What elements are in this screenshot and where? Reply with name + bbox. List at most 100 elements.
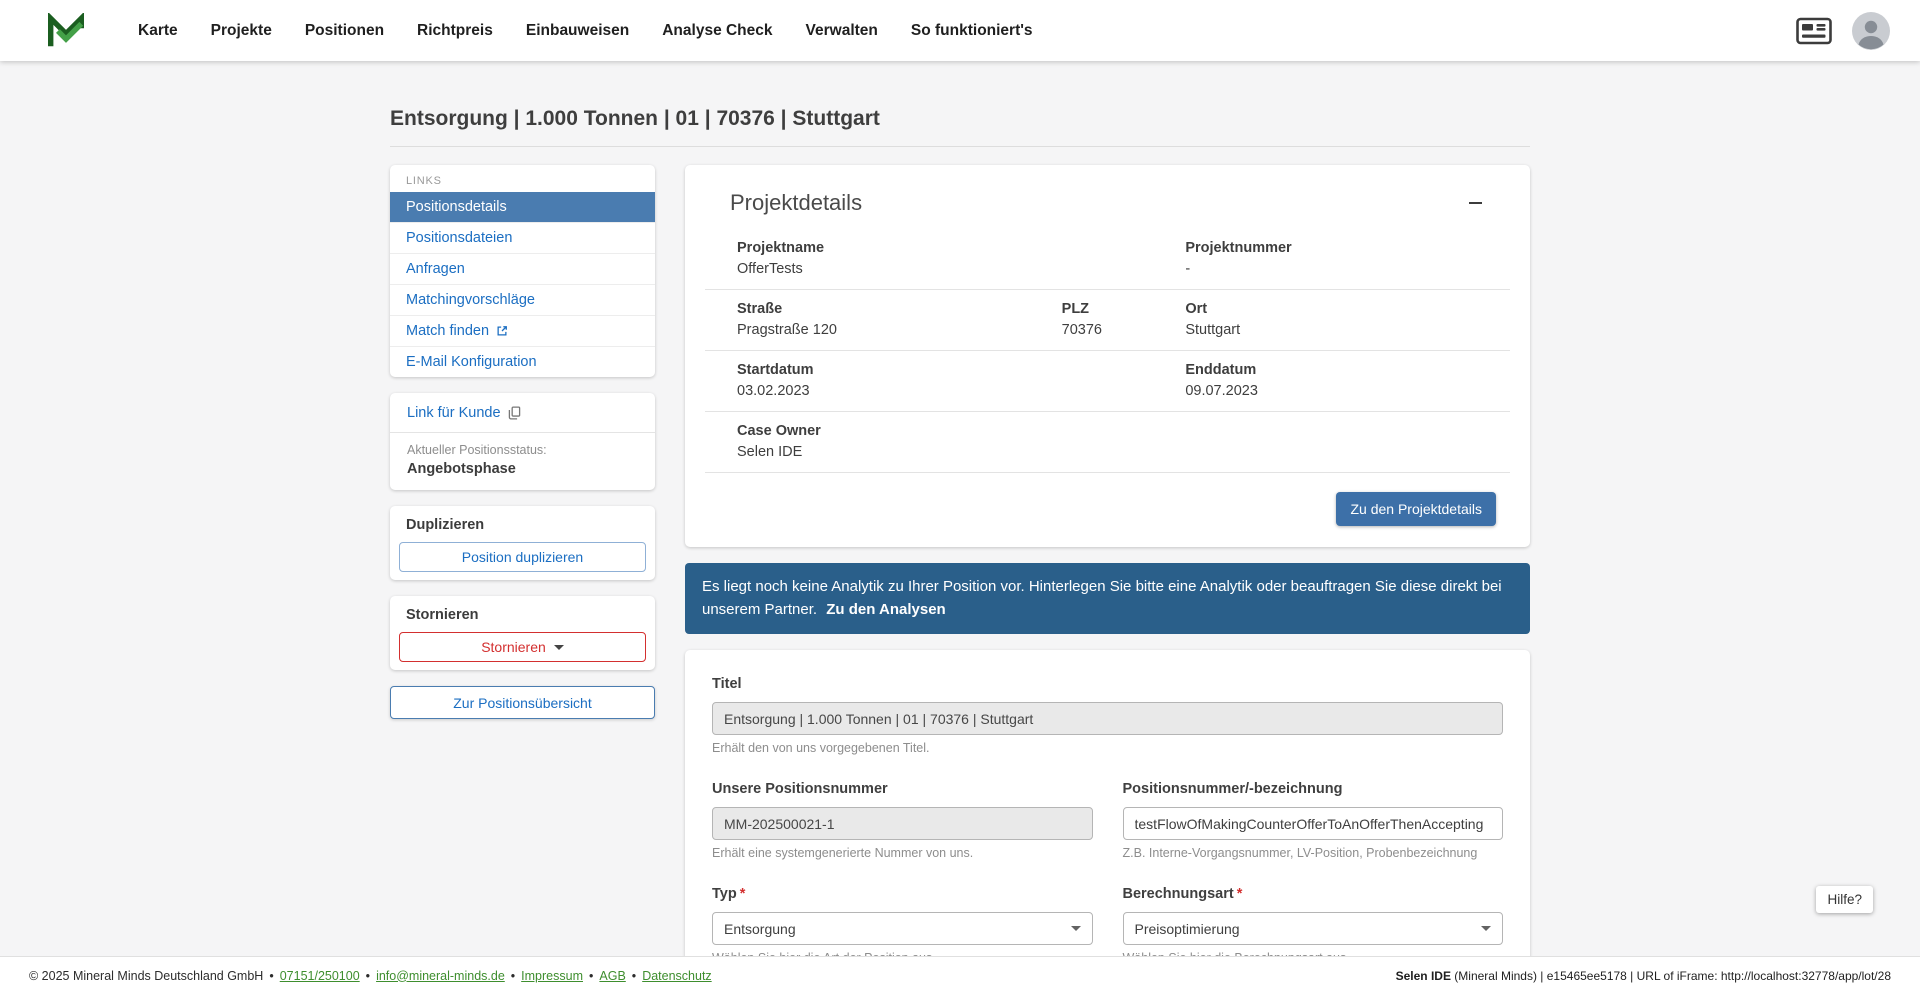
collapse-button[interactable] — [1461, 194, 1490, 213]
positionsnummer-input — [712, 807, 1093, 840]
footer-phone-link[interactable]: 07151/250100 — [280, 969, 360, 983]
positionsnummer-label: Unsere Positionsnummer — [712, 781, 888, 797]
required-marker: * — [1237, 886, 1243, 902]
required-marker: * — [740, 886, 746, 902]
project-details-button[interactable]: Zu den Projektdetails — [1336, 492, 1496, 526]
copy-icon — [508, 406, 521, 420]
caret-down-icon — [554, 645, 564, 650]
page-title: Entsorgung | 1.000 Tonnen | 01 | 70376 |… — [390, 107, 1530, 131]
position-overview-button[interactable]: Zur Positionsübersicht — [390, 686, 655, 719]
project-details-card: Projektdetails Projektname OfferTests — [685, 165, 1530, 547]
project-details-table: Projektname OfferTests Projektnummer - S… — [705, 229, 1510, 473]
sidebar-item-positionsdetails[interactable]: Positionsdetails — [390, 192, 655, 222]
nav-item-so-funktionierts[interactable]: So funktioniert's — [911, 22, 1033, 40]
help-button[interactable]: Hilfe? — [1816, 886, 1873, 913]
titel-input — [712, 702, 1503, 735]
footer-agb-link[interactable]: AGB — [599, 969, 625, 983]
startdatum-value: 03.02.2023 — [737, 383, 1185, 399]
separator: • — [269, 969, 273, 983]
separator: • — [632, 969, 636, 983]
customer-link[interactable]: Link für Kunde — [400, 405, 521, 421]
top-nav: Karte Projekte Positionen Richtpreis Ein… — [0, 0, 1920, 61]
nav-item-analyse-check[interactable]: Analyse Check — [662, 22, 772, 40]
nav-right — [1796, 12, 1890, 50]
table-row: Projektname OfferTests Projektnummer - — [705, 229, 1510, 290]
main-nav: Karte Projekte Positionen Richtpreis Ein… — [138, 22, 1033, 40]
terminal-icon — [1796, 17, 1832, 45]
nav-item-verwalten[interactable]: Verwalten — [806, 22, 878, 40]
customer-status-card: Link für Kunde Aktueller Positionsstatus… — [390, 393, 655, 490]
startdatum-label: Startdatum — [737, 362, 1185, 378]
sidebar: LINKS Positionsdetails Positionsdateien … — [390, 165, 655, 719]
cancel-dropdown-button[interactable]: Stornieren — [399, 632, 646, 662]
projektnummer-value: - — [1185, 261, 1510, 277]
case-owner-value: Selen IDE — [737, 444, 1510, 460]
table-row: Case Owner Selen IDE — [705, 412, 1510, 473]
divider — [390, 432, 655, 433]
typ-select[interactable]: Entsorgung — [712, 912, 1093, 945]
footer-left: © 2025 Mineral Minds Deutschland GmbH • … — [29, 969, 712, 983]
cancel-header: Stornieren — [399, 607, 646, 623]
links-header: LINKS — [390, 165, 655, 192]
terminal-icon-button[interactable] — [1796, 17, 1832, 45]
footer-copyright: © 2025 Mineral Minds Deutschland GmbH — [29, 969, 263, 983]
positionsnummer-helper: Erhält eine systemgenerierte Nummer von … — [712, 846, 1093, 860]
berechnungsart-select[interactable]: Preisoptimierung — [1123, 912, 1504, 945]
separator: • — [366, 969, 370, 983]
nav-item-einbauweisen[interactable]: Einbauweisen — [526, 22, 629, 40]
case-owner-label: Case Owner — [737, 423, 1510, 439]
nav-item-positionen[interactable]: Positionen — [305, 22, 384, 40]
cancel-button-label: Stornieren — [481, 639, 546, 655]
duplicate-position-button[interactable]: Position duplizieren — [399, 542, 646, 572]
titel-label: Titel — [712, 676, 742, 692]
analytics-alert: Es liegt noch keine Analytik zu Ihrer Po… — [685, 563, 1530, 634]
title-divider — [390, 146, 1530, 147]
projektnummer-label: Projektnummer — [1185, 240, 1510, 256]
footer-email-link[interactable]: info@mineral-minds.de — [376, 969, 505, 983]
externe-positionsnummer-label: Positionsnummer/-bezeichnung — [1123, 781, 1343, 797]
position-form-card: Titel Erhält den von uns vorgegebenen Ti… — [685, 650, 1530, 994]
session-user: Selen IDE — [1396, 969, 1451, 983]
externe-positionsnummer-input[interactable] — [1123, 807, 1504, 840]
project-details-title: Projektdetails — [730, 190, 862, 216]
typ-label: Typ* — [712, 886, 745, 902]
nav-item-karte[interactable]: Karte — [138, 22, 178, 40]
logo-m-icon — [46, 13, 86, 49]
position-status-value: Angebotsphase — [400, 461, 645, 477]
session-details: (Mineral Minds) | e15465ee5178 | URL of … — [1451, 969, 1891, 983]
nav-item-projekte[interactable]: Projekte — [211, 22, 272, 40]
plz-label: PLZ — [1062, 301, 1186, 317]
sidebar-item-email-konfiguration[interactable]: E-Mail Konfiguration — [390, 346, 655, 377]
separator: • — [511, 969, 515, 983]
cancel-card: Stornieren Stornieren — [390, 596, 655, 670]
separator: • — [589, 969, 593, 983]
duplicate-header: Duplizieren — [399, 517, 646, 533]
strasse-value: Pragstraße 120 — [737, 322, 1062, 338]
chevron-down-icon — [1481, 926, 1491, 931]
table-row: Straße Pragstraße 120 PLZ 70376 Ort Stut… — [705, 290, 1510, 351]
sidebar-item-match-finden[interactable]: Match finden — [390, 315, 655, 346]
alert-analyses-link[interactable]: Zu den Analysen — [826, 601, 945, 618]
brand-logo[interactable] — [46, 13, 86, 49]
plz-value: 70376 — [1062, 322, 1186, 338]
footer-datenschutz-link[interactable]: Datenschutz — [642, 969, 711, 983]
table-row: Startdatum 03.02.2023 Enddatum 09.07.202… — [705, 351, 1510, 412]
main-column: Projektdetails Projektname OfferTests — [685, 165, 1530, 994]
ort-label: Ort — [1185, 301, 1510, 317]
user-avatar-button[interactable] — [1852, 12, 1890, 50]
enddatum-label: Enddatum — [1185, 362, 1510, 378]
main-content: Entsorgung | 1.000 Tonnen | 01 | 70376 |… — [0, 61, 1920, 994]
externe-positionsnummer-helper: Z.B. Interne-Vorgangsnummer, LV-Position… — [1123, 846, 1504, 860]
position-status-label: Aktueller Positionsstatus: — [400, 443, 645, 457]
nav-item-richtpreis[interactable]: Richtpreis — [417, 22, 493, 40]
footer: © 2025 Mineral Minds Deutschland GmbH • … — [0, 956, 1920, 994]
sidebar-item-matchingvorschlaege[interactable]: Matchingvorschläge — [390, 284, 655, 315]
sidebar-item-anfragen[interactable]: Anfragen — [390, 253, 655, 284]
sidebar-item-positionsdateien[interactable]: Positionsdateien — [390, 222, 655, 253]
enddatum-value: 09.07.2023 — [1185, 383, 1510, 399]
strasse-label: Straße — [737, 301, 1062, 317]
external-link-icon — [496, 325, 508, 337]
footer-impressum-link[interactable]: Impressum — [521, 969, 583, 983]
berechnungsart-select-value: Preisoptimierung — [1135, 921, 1240, 937]
chevron-down-icon — [1071, 926, 1081, 931]
